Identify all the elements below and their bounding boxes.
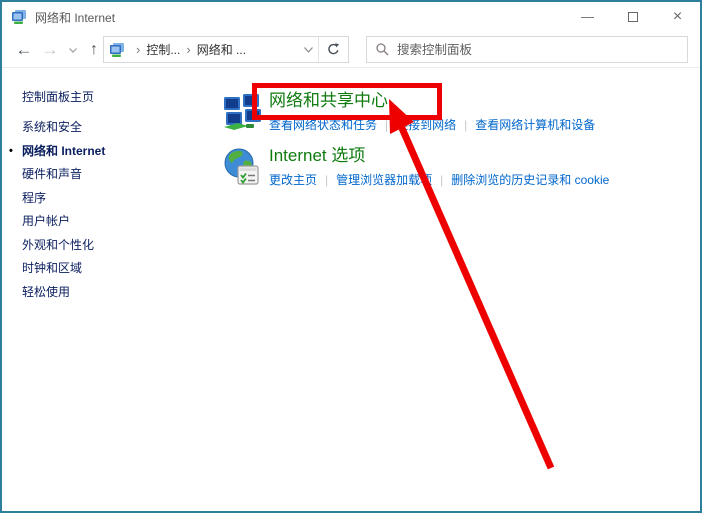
search-box <box>366 36 688 63</box>
titlebar: 网络和 Internet — × <box>2 2 700 32</box>
divider: | <box>464 118 467 132</box>
sidebar-item-clock-region[interactable]: 时钟和区域 <box>22 257 220 281</box>
maximize-button[interactable] <box>610 2 655 32</box>
active-bullet-icon: • <box>9 140 13 164</box>
address-bar[interactable]: › 控制... › 网络和 ... <box>103 36 349 63</box>
breadcrumb-separator-icon: › <box>136 42 140 57</box>
recent-pages-dropdown[interactable] <box>64 32 82 68</box>
close-button[interactable]: × <box>655 2 700 32</box>
chevron-down-icon <box>69 48 77 53</box>
link-view-network-status[interactable]: 查看网络状态和任务 <box>269 116 377 133</box>
refresh-icon <box>327 43 340 56</box>
link-connect-to-network[interactable]: 连接到网络 <box>396 116 456 133</box>
sidebar-item-label: 网络和 Internet <box>22 144 105 158</box>
control-panel-window-icon <box>11 9 28 25</box>
refresh-button[interactable] <box>319 37 348 62</box>
sidebar-item-ease-of-access[interactable]: 轻松使用 <box>22 281 220 305</box>
minimize-button[interactable]: — <box>565 2 610 32</box>
link-manage-browser-addons[interactable]: 管理浏览器加载项 <box>336 171 432 188</box>
sidebar-item-appearance-personalization[interactable]: 外观和个性化 <box>22 234 220 258</box>
minimize-icon: — <box>581 12 594 22</box>
breadcrumb-separator-icon: › <box>186 42 190 57</box>
sidebar-item-user-accounts[interactable]: 用户帐户 <box>22 210 220 234</box>
section-network-sharing-center: 网络和共享中心 查看网络状态和任务 | 连接到网络 | 查看网络计算机和设备 <box>222 89 595 133</box>
main-content: 网络和共享中心 查看网络状态和任务 | 连接到网络 | 查看网络计算机和设备 <box>220 68 700 512</box>
search-icon <box>376 43 389 56</box>
sidebar-item-programs[interactable]: 程序 <box>22 187 220 211</box>
sidebar-item-system-security[interactable]: 系统和安全 <box>22 116 220 140</box>
divider: | <box>440 173 443 187</box>
link-delete-browsing-history[interactable]: 删除浏览的历史记录和 cookie <box>451 171 609 188</box>
search-input[interactable] <box>397 43 687 57</box>
back-button[interactable]: ← <box>10 32 38 68</box>
sidebar-item-hardware-sound[interactable]: 硬件和声音 <box>22 163 220 187</box>
internet-globe-icon <box>222 148 262 188</box>
link-network-sharing-center[interactable]: 网络和共享中心 <box>269 89 595 113</box>
control-panel-window: 网络和 Internet — × ← → ↑ › 控制... › 网络和 ... <box>0 0 702 513</box>
window-title: 网络和 Internet <box>35 9 115 26</box>
chevron-down-icon <box>304 47 313 53</box>
sidebar: 控制面板主页 系统和安全 •网络和 Internet 硬件和声音 程序 用户帐户… <box>2 68 220 512</box>
section-internet-options: Internet 选项 更改主页 | 管理浏览器加载项 | 删除浏览的历史记录和… <box>222 144 609 188</box>
link-change-homepage[interactable]: 更改主页 <box>269 171 317 188</box>
control-panel-icon <box>109 42 126 58</box>
forward-button[interactable]: → <box>38 32 62 68</box>
sidebar-item-control-panel-home[interactable]: 控制面板主页 <box>22 88 220 105</box>
maximize-icon <box>628 12 638 22</box>
navigation-bar: ← → ↑ › 控制... › 网络和 ... <box>2 32 700 68</box>
address-dropdown-button[interactable] <box>298 47 318 53</box>
breadcrumb-network-internet[interactable]: 网络和 ... <box>197 41 246 58</box>
link-view-network-computers[interactable]: 查看网络计算机和设备 <box>475 116 595 133</box>
sidebar-item-network-internet[interactable]: •网络和 Internet <box>22 140 220 164</box>
breadcrumb-control-panel[interactable]: 控制... <box>146 41 180 58</box>
link-internet-options[interactable]: Internet 选项 <box>269 144 609 168</box>
divider: | <box>385 118 388 132</box>
network-computers-icon <box>222 93 262 133</box>
close-icon: × <box>673 8 682 26</box>
divider: | <box>325 173 328 187</box>
